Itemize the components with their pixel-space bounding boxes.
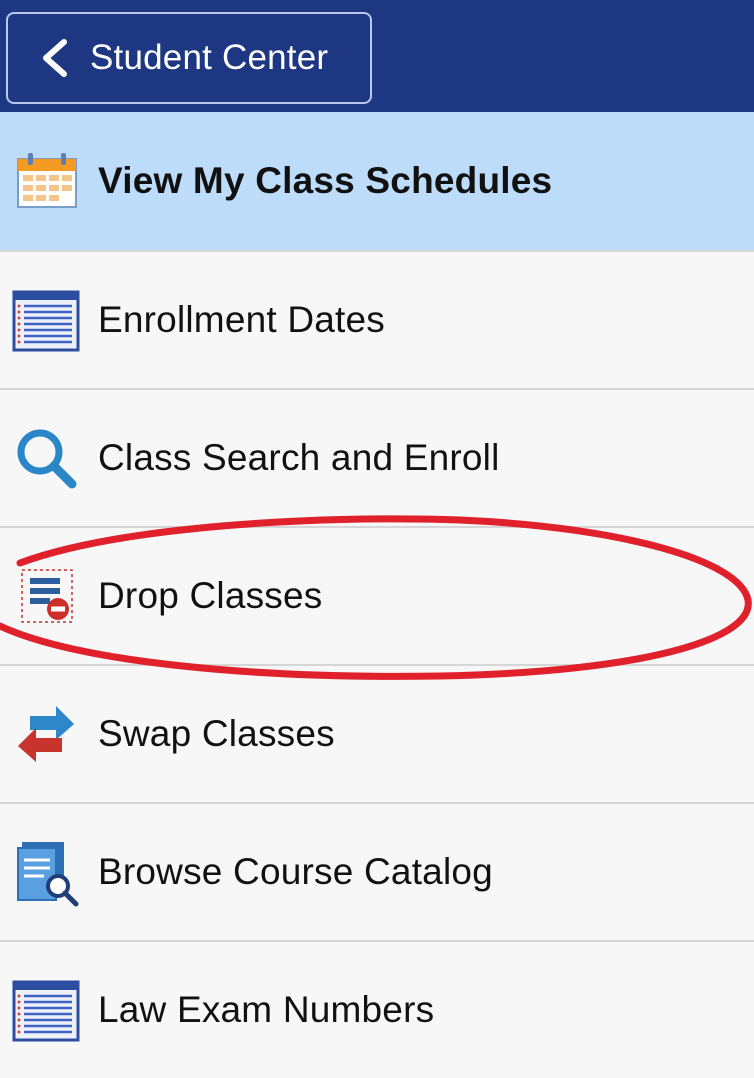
catalog-search-icon bbox=[10, 836, 82, 908]
menu-item-law-exam-numbers[interactable]: Law Exam Numbers bbox=[0, 940, 754, 1078]
menu-item-view-my-class-schedules[interactable]: View My Class Schedules bbox=[0, 112, 754, 250]
menu-item-label: View My Class Schedules bbox=[98, 160, 553, 201]
menu-item-browse-course-catalog[interactable]: Browse Course Catalog bbox=[0, 802, 754, 940]
student-center-menu: View My Class Schedules Enrollment Dates bbox=[0, 112, 754, 1078]
menu-item-label: Class Search and Enroll bbox=[98, 437, 500, 478]
swap-arrows-icon bbox=[10, 698, 82, 770]
menu-item-class-search-and-enroll[interactable]: Class Search and Enroll bbox=[0, 388, 754, 526]
back-button-label: Student Center bbox=[90, 38, 329, 77]
menu-item-label: Browse Course Catalog bbox=[98, 851, 493, 892]
menu-item-label: Law Exam Numbers bbox=[98, 989, 435, 1030]
menu-item-enrollment-dates[interactable]: Enrollment Dates bbox=[0, 250, 754, 388]
menu-item-drop-classes[interactable]: Drop Classes bbox=[0, 526, 754, 664]
top-header: Student Center bbox=[0, 0, 754, 112]
drop-class-icon bbox=[10, 560, 82, 632]
search-icon bbox=[10, 422, 82, 494]
menu-item-label: Swap Classes bbox=[98, 713, 335, 754]
back-to-student-center-button[interactable]: Student Center bbox=[6, 12, 372, 104]
calendar-icon bbox=[10, 145, 82, 217]
menu-item-label: Drop Classes bbox=[98, 575, 323, 616]
list-icon bbox=[10, 974, 82, 1046]
chevron-left-icon bbox=[43, 39, 67, 77]
list-icon bbox=[10, 284, 82, 356]
menu-item-swap-classes[interactable]: Swap Classes bbox=[0, 664, 754, 802]
menu-item-label: Enrollment Dates bbox=[98, 299, 385, 340]
